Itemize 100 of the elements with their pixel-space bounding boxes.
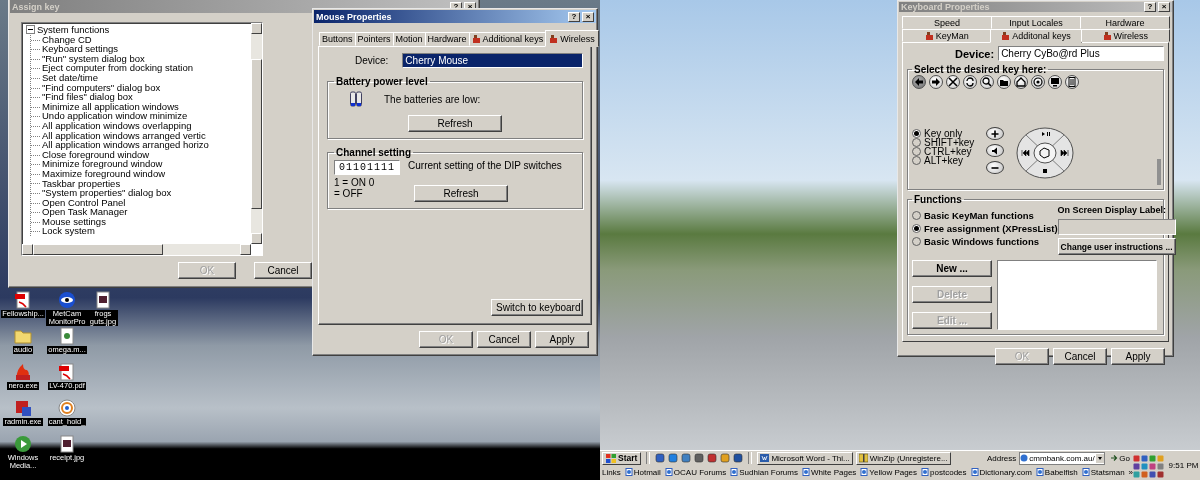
address-field[interactable]: cmmbank.com.au/ bbox=[1019, 451, 1106, 465]
volume-down-button[interactable] bbox=[986, 161, 1005, 174]
app-icon[interactable] bbox=[655, 453, 666, 463]
link[interactable]: White Pages bbox=[801, 467, 857, 477]
app-icon[interactable] bbox=[681, 453, 692, 463]
radio-button[interactable] bbox=[912, 129, 921, 138]
cancel-button[interactable]: Cancel bbox=[254, 262, 312, 279]
cancel-button[interactable]: Cancel bbox=[477, 331, 531, 348]
cancel-button[interactable]: Cancel bbox=[1053, 348, 1107, 365]
disc-icon[interactable] bbox=[58, 399, 76, 417]
device-field[interactable]: Cherry CyBo@rd Plus bbox=[998, 46, 1164, 61]
taskbar-button[interactable]: Microsoft Word - Thi... bbox=[757, 451, 853, 465]
link[interactable]: Dictionary.com bbox=[970, 467, 1032, 477]
tree-item[interactable]: All application windows overlapping bbox=[31, 120, 192, 131]
device-field[interactable]: Cherry Mouse bbox=[402, 53, 583, 68]
close-button[interactable]: × bbox=[582, 11, 594, 22]
radio-button[interactable] bbox=[912, 138, 921, 147]
tab[interactable]: Speed bbox=[902, 16, 992, 29]
key-button[interactable] bbox=[1014, 75, 1028, 89]
radio-label[interactable]: ALT+key bbox=[924, 156, 963, 165]
app-icon[interactable] bbox=[733, 453, 744, 463]
tree-item[interactable]: Lock system bbox=[31, 226, 95, 237]
tab[interactable]: Pointers bbox=[354, 32, 394, 46]
radio-button[interactable] bbox=[912, 156, 921, 165]
scrollbar[interactable] bbox=[22, 244, 251, 255]
app-icon[interactable] bbox=[694, 453, 705, 463]
tree-item[interactable]: Open Task Manager bbox=[31, 207, 128, 217]
mute-button[interactable] bbox=[986, 144, 1005, 157]
tree-item[interactable]: Change CD bbox=[31, 34, 92, 45]
folder-icon[interactable] bbox=[14, 327, 32, 345]
tree-item[interactable]: Mouse settings bbox=[31, 216, 106, 227]
radio-button[interactable] bbox=[912, 237, 921, 246]
help-button[interactable]: ? bbox=[1144, 2, 1156, 12]
close-button[interactable]: × bbox=[1158, 2, 1170, 12]
tree-item[interactable]: All application windows arranged horizo bbox=[31, 140, 209, 150]
refresh-button[interactable]: Refresh bbox=[414, 185, 508, 202]
key-button[interactable] bbox=[1048, 75, 1062, 89]
tab[interactable]: Input Locales bbox=[991, 16, 1081, 29]
pdf-file-icon[interactable] bbox=[58, 363, 76, 381]
tree-item[interactable]: Eject computer from docking station bbox=[31, 63, 193, 73]
tab[interactable]: Motion bbox=[392, 32, 426, 46]
pdf-file-icon[interactable] bbox=[14, 291, 32, 309]
go-button[interactable]: Go bbox=[1108, 453, 1132, 463]
switch-button[interactable]: Switch to keyboard bbox=[491, 299, 583, 316]
tree-item[interactable]: All application windows arranged vertic bbox=[31, 130, 206, 141]
tree-item[interactable]: Minimize foreground window bbox=[31, 159, 163, 169]
link[interactable]: postcodes bbox=[921, 467, 967, 477]
tab[interactable]: Wireless bbox=[1080, 29, 1170, 42]
new-button[interactable]: New ... bbox=[912, 260, 992, 277]
more-button[interactable]: » bbox=[1128, 467, 1134, 477]
tab[interactable]: Hardware bbox=[424, 32, 470, 46]
radio-label[interactable]: CTRL+key bbox=[924, 147, 972, 156]
tree-item[interactable]: Set date/time bbox=[31, 72, 98, 83]
radio-button[interactable] bbox=[912, 147, 921, 156]
key-button[interactable] bbox=[963, 75, 977, 89]
apply-button[interactable]: Apply bbox=[1111, 348, 1165, 365]
radio-label[interactable]: Basic KeyMan functions bbox=[924, 211, 1034, 220]
radio-label[interactable]: Free assignment (XPressList) bbox=[924, 224, 1058, 233]
taskbar-button[interactable]: WinZip (Unregistere... bbox=[855, 451, 951, 465]
media-player-icon[interactable] bbox=[14, 435, 32, 453]
tab[interactable]: Additional keys bbox=[468, 32, 547, 46]
media-wheel-drawing[interactable] bbox=[1016, 127, 1075, 179]
tree-item[interactable]: "Find computers" dialog box bbox=[31, 82, 161, 93]
refresh-button[interactable]: Refresh bbox=[408, 115, 502, 132]
radio-label[interactable]: Key only bbox=[924, 129, 963, 138]
tree-item[interactable]: Taskbar properties bbox=[31, 178, 121, 189]
radio-button[interactable] bbox=[912, 224, 921, 233]
volume-up-button[interactable] bbox=[986, 127, 1005, 140]
dropdown-icon[interactable] bbox=[1096, 453, 1105, 463]
collapse-icon[interactable] bbox=[26, 25, 35, 35]
tree-item[interactable]: Keyboard settings bbox=[31, 44, 119, 54]
label-field[interactable] bbox=[1057, 219, 1176, 235]
tree-item[interactable]: Undo application window minimize bbox=[31, 111, 188, 121]
tab[interactable]: KeyMan bbox=[902, 29, 992, 42]
start-button[interactable]: Start bbox=[602, 451, 642, 465]
link[interactable]: Sudhian Forums bbox=[730, 467, 798, 477]
link[interactable]: Babelfish bbox=[1035, 467, 1078, 477]
list-box[interactable] bbox=[997, 260, 1157, 330]
radio-button[interactable] bbox=[912, 211, 921, 220]
tree-item[interactable]: "Find files" dialog box bbox=[31, 92, 133, 102]
tab[interactable]: Hardware bbox=[1080, 16, 1170, 29]
scrollbar[interactable] bbox=[251, 23, 262, 244]
key-button[interactable] bbox=[946, 75, 960, 89]
tree-item[interactable]: "System properties" dialog box bbox=[31, 188, 172, 198]
webcam-icon[interactable] bbox=[58, 291, 76, 309]
tab[interactable]: Buttons bbox=[319, 32, 356, 46]
tree-item[interactable]: Maximize foreground window bbox=[31, 168, 166, 179]
link[interactable]: Statsman bbox=[1081, 467, 1125, 477]
link[interactable]: Hotmail bbox=[624, 467, 661, 477]
document-icon[interactable] bbox=[58, 327, 76, 345]
link[interactable]: OCAU Forums bbox=[664, 467, 727, 477]
radio-label[interactable]: SHIFT+key bbox=[924, 138, 975, 147]
tree-item[interactable]: System functions bbox=[37, 25, 110, 35]
apply-button[interactable]: Apply bbox=[535, 331, 589, 348]
app-icon[interactable] bbox=[668, 453, 679, 463]
link[interactable]: Yellow Pages bbox=[860, 467, 918, 477]
image-file-icon[interactable] bbox=[94, 291, 112, 309]
help-button[interactable]: ? bbox=[568, 11, 580, 22]
radio-label[interactable]: Basic Windows functions bbox=[924, 237, 1039, 246]
image-file-icon[interactable] bbox=[58, 435, 76, 453]
